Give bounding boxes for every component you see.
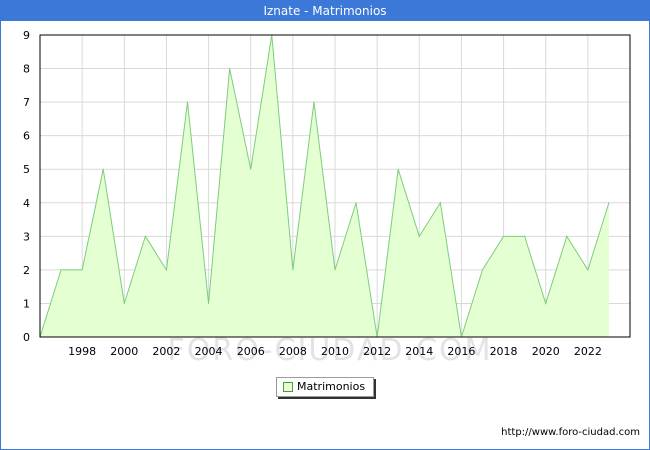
x-tick-label: 2016	[447, 345, 475, 358]
data-point	[566, 235, 568, 237]
y-axis-ticks: 0 1 2 3 4 5 6 7 8 9	[23, 29, 30, 344]
data-point	[503, 235, 505, 237]
data-point	[587, 269, 589, 271]
data-point	[102, 168, 104, 170]
y-tick-label: 6	[23, 130, 30, 143]
x-tick-label: 2006	[237, 345, 265, 358]
x-tick-label: 2002	[152, 345, 180, 358]
data-point	[608, 202, 610, 204]
x-tick-label: 2014	[405, 345, 433, 358]
x-tick-label: 2008	[279, 345, 307, 358]
x-tick-label: 1998	[68, 345, 96, 358]
legend-label: Matrimonios	[297, 380, 366, 393]
x-tick-label: 2012	[363, 345, 391, 358]
data-point	[165, 269, 167, 271]
y-tick-label: 8	[23, 63, 30, 76]
data-point	[545, 302, 547, 304]
data-point	[418, 235, 420, 237]
data-point	[524, 235, 526, 237]
data-point	[144, 235, 146, 237]
data-point	[229, 68, 231, 70]
y-tick-label: 4	[23, 197, 30, 210]
y-tick-label: 9	[23, 29, 30, 42]
x-axis-ticks: 1998 2000 2002 2004 2006 2008 2010 2012 2014 2016…	[68, 345, 602, 358]
data-point	[313, 101, 315, 103]
y-tick-label: 1	[23, 297, 30, 310]
data-point	[187, 101, 188, 103]
data-point	[60, 269, 62, 271]
y-tick-label: 3	[23, 230, 30, 243]
source-url: http://www.foro-ciudad.com	[501, 427, 640, 438]
data-point	[292, 269, 294, 271]
data-point	[208, 302, 210, 304]
y-tick-label: 5	[23, 163, 30, 176]
chart-legend: Matrimonios	[276, 377, 374, 397]
x-tick-label: 2020	[532, 345, 560, 358]
x-tick-label: 2022	[574, 345, 602, 358]
data-point	[355, 202, 357, 204]
legend-swatch	[283, 382, 293, 392]
data-point	[250, 168, 252, 170]
x-tick-label: 2000	[110, 345, 138, 358]
y-tick-label: 2	[23, 264, 30, 277]
x-tick-label: 2018	[490, 345, 518, 358]
data-point	[482, 269, 483, 271]
data-point	[439, 202, 441, 204]
y-tick-label: 7	[23, 96, 30, 109]
data-point	[334, 269, 336, 271]
x-tick-label: 2004	[195, 345, 223, 358]
data-point	[123, 302, 125, 304]
x-tick-label: 2010	[321, 345, 349, 358]
data-point	[81, 269, 83, 271]
y-tick-label: 0	[23, 331, 30, 344]
data-point	[397, 168, 399, 170]
chart-series-area	[39, 34, 610, 338]
